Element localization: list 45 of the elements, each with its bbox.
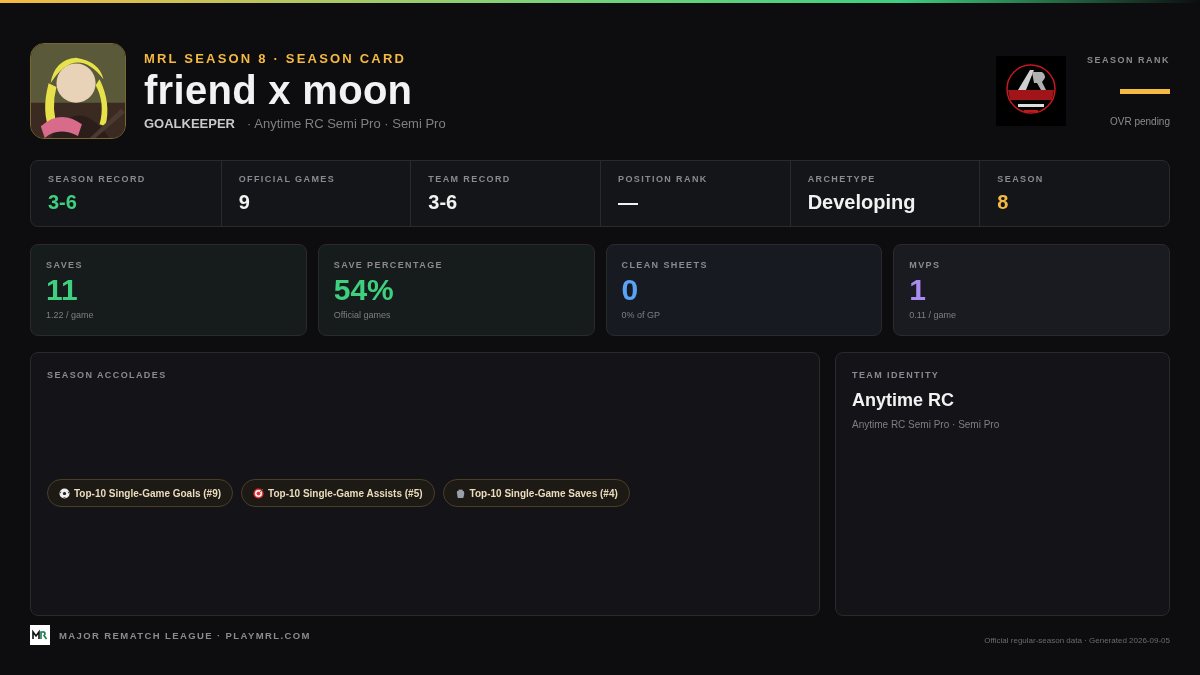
metric-note: 0.11 / game — [909, 310, 958, 320]
stat-value: 3-6 — [48, 191, 78, 214]
player-position: GOALKEEPER — [144, 116, 235, 131]
data-note: Official regular-season data · Generated 2026-09-05 — [984, 634, 1170, 645]
metric-label: SAVES — [46, 260, 84, 270]
team-name: Anytime RC — [852, 390, 955, 411]
card-title: SEASON ACCOLADES — [47, 370, 168, 380]
soccer-ball-icon — [59, 487, 70, 499]
metric-value: 11 — [46, 275, 79, 305]
league-logo-icon — [30, 625, 50, 645]
rank-note: OVR pending — [1109, 116, 1170, 127]
metric-value: 54% — [333, 275, 395, 305]
stat-label: POSITION RANK — [618, 174, 709, 184]
stat-label: SEASON RECORD — [48, 174, 147, 184]
stat-label: ARCHETYPE — [807, 174, 877, 184]
metric-value: 1 — [909, 275, 927, 305]
glove-icon — [454, 487, 466, 499]
stat-label: OFFICIAL GAMES — [238, 174, 337, 184]
rank-placeholder-bar — [1120, 89, 1170, 94]
team-logo-icon — [996, 56, 1066, 126]
metric-label: CLEAN SHEETS — [621, 260, 709, 270]
team-division: Anytime RC Semi Pro · Semi Pro — [852, 419, 1001, 430]
accolade-text: Top-10 Single-Game Assists (#5) — [268, 487, 423, 499]
stat-label: TEAM RECORD — [428, 174, 512, 184]
rank-label: SEASON RANK — [1087, 55, 1170, 65]
metric-label: SAVE PERCENTAGE — [333, 260, 444, 270]
card-eyebrow: MRL SEASON 8 · SEASON CARD — [144, 51, 408, 66]
stat-value: — — [618, 191, 639, 214]
target-icon — [253, 487, 265, 499]
stat-label: SEASON — [997, 174, 1045, 184]
metric-note: Official games — [333, 310, 392, 320]
metric-value: 0 — [621, 275, 640, 305]
metric-note: 0% of GP — [621, 310, 662, 320]
accolade-text: Top-10 Single-Game Saves (#4) — [469, 487, 618, 499]
stat-value: 3-6 — [428, 191, 459, 214]
stat-value: Developing — [807, 191, 917, 214]
player-name: friend x moon — [144, 70, 414, 110]
stat-value: 9 — [238, 191, 251, 214]
accolade-text: Top-10 Single-Game Goals (#9) — [74, 487, 222, 499]
metric-note: 1.22 / game — [46, 310, 95, 320]
league-name: MAJOR REMATCH LEAGUE · PLAYMRL.COM — [59, 629, 311, 641]
metric-label: MVPS — [909, 260, 942, 270]
stat-value: 8 — [997, 191, 1010, 214]
team-line: · Anytime RC Semi Pro · Semi Pro — [247, 116, 446, 131]
card-title: TEAM IDENTITY — [852, 370, 941, 380]
